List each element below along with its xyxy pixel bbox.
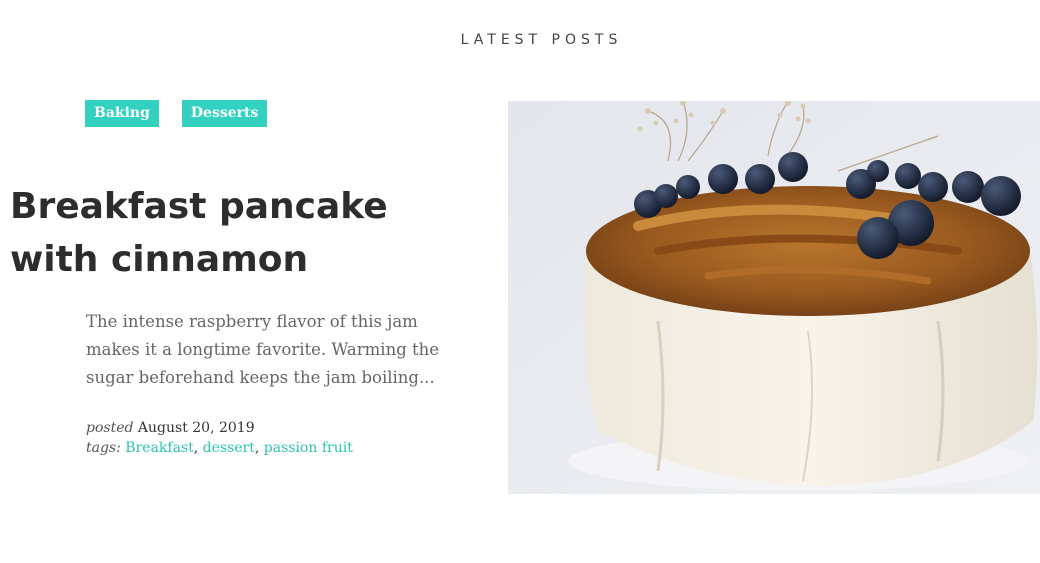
post-title[interactable]: Breakfast pancake with cinnamon	[10, 180, 480, 286]
posted-label: posted	[86, 420, 134, 436]
category-tag-desserts[interactable]: Desserts	[181, 100, 268, 127]
post-excerpt: The intense raspberry flavor of this jam…	[86, 312, 440, 387]
tag-separator: ,	[254, 440, 264, 456]
tag-separator: ,	[193, 440, 203, 456]
section-title: LATEST POSTS	[460, 32, 623, 48]
tag-link-dessert[interactable]: dessert	[203, 440, 255, 456]
tag-link-breakfast[interactable]: Breakfast	[125, 440, 193, 456]
tags-label: tags:	[86, 440, 121, 456]
post-meta: posted August 20, 2019 tags: Breakfast, …	[86, 418, 353, 458]
posted-line: posted August 20, 2019	[86, 418, 353, 438]
tag-link-passion-fruit[interactable]: passion fruit	[264, 440, 353, 456]
category-tag-baking[interactable]: Baking	[85, 100, 159, 127]
featured-image[interactable]	[508, 101, 1040, 494]
tags-line: tags: Breakfast, dessert, passion fruit	[86, 438, 353, 458]
category-tags: Baking Desserts	[85, 100, 268, 127]
posted-date: August 20, 2019	[137, 420, 255, 436]
